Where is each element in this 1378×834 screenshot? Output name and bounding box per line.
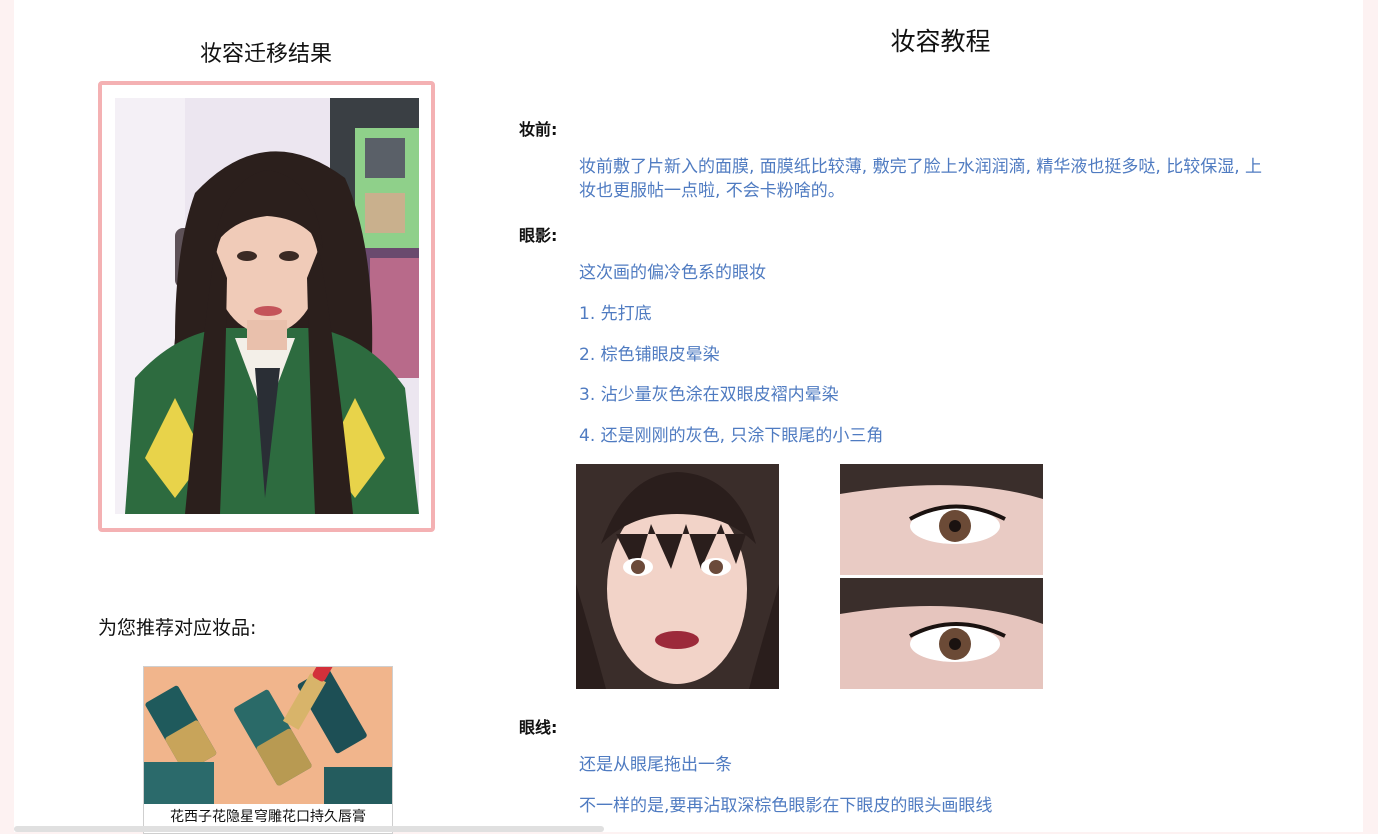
recommend-label: 为您推荐对应妆品:: [98, 617, 257, 639]
tutorial-image-eyes: [840, 464, 1043, 689]
eyeshadow-step: 1. 先打底: [579, 304, 652, 324]
eyeshadow-step: 2. 棕色铺眼皮晕染: [579, 345, 720, 365]
horizontal-scrollbar[interactable]: [14, 826, 604, 832]
before-text-line2: 妆也更服帖一点啦, 不会卡粉啥的。: [579, 181, 845, 201]
result-photo: [115, 98, 419, 514]
eyeshadow-step: 4. 还是刚刚的灰色, 只涂下眼尾的小三角: [579, 426, 884, 446]
tutorial-image-face: [576, 464, 779, 689]
page-content: 妆容迁移结果 为您推荐对应妆品: 花西子花隐星穹雕花口持久唇膏 妆容教程 妆前:…: [14, 0, 1363, 834]
eyeliner-line1: 还是从眼尾拖出一条: [579, 755, 732, 775]
eyeliner-line2: 不一样的是,要再沾取深棕色眼影在下眼皮的眼头画眼线: [579, 796, 993, 816]
product-card[interactable]: 花西子花隐星穹雕花口持久唇膏: [143, 666, 393, 834]
result-photo-frame: [98, 81, 435, 532]
before-text-line1: 妆前敷了片新入的面膜, 面膜纸比较薄, 敷完了脸上水润润滴, 精华液也挺多哒, …: [579, 157, 1263, 177]
section-heading-before: 妆前:: [519, 120, 558, 139]
section-heading-eyeshadow: 眼影:: [519, 226, 558, 245]
eyeshadow-intro: 这次画的偏冷色系的眼妆: [579, 263, 766, 283]
tutorial-title: 妆容教程: [890, 27, 991, 56]
section-heading-eyeliner: 眼线:: [519, 718, 558, 737]
result-title: 妆容迁移结果: [199, 42, 332, 67]
eyeshadow-step: 3. 沾少量灰色涂在双眼皮褶内晕染: [579, 385, 839, 405]
product-image[interactable]: [144, 667, 392, 804]
product-name[interactable]: 花西子花隐星穹雕花口持久唇膏: [144, 806, 392, 826]
